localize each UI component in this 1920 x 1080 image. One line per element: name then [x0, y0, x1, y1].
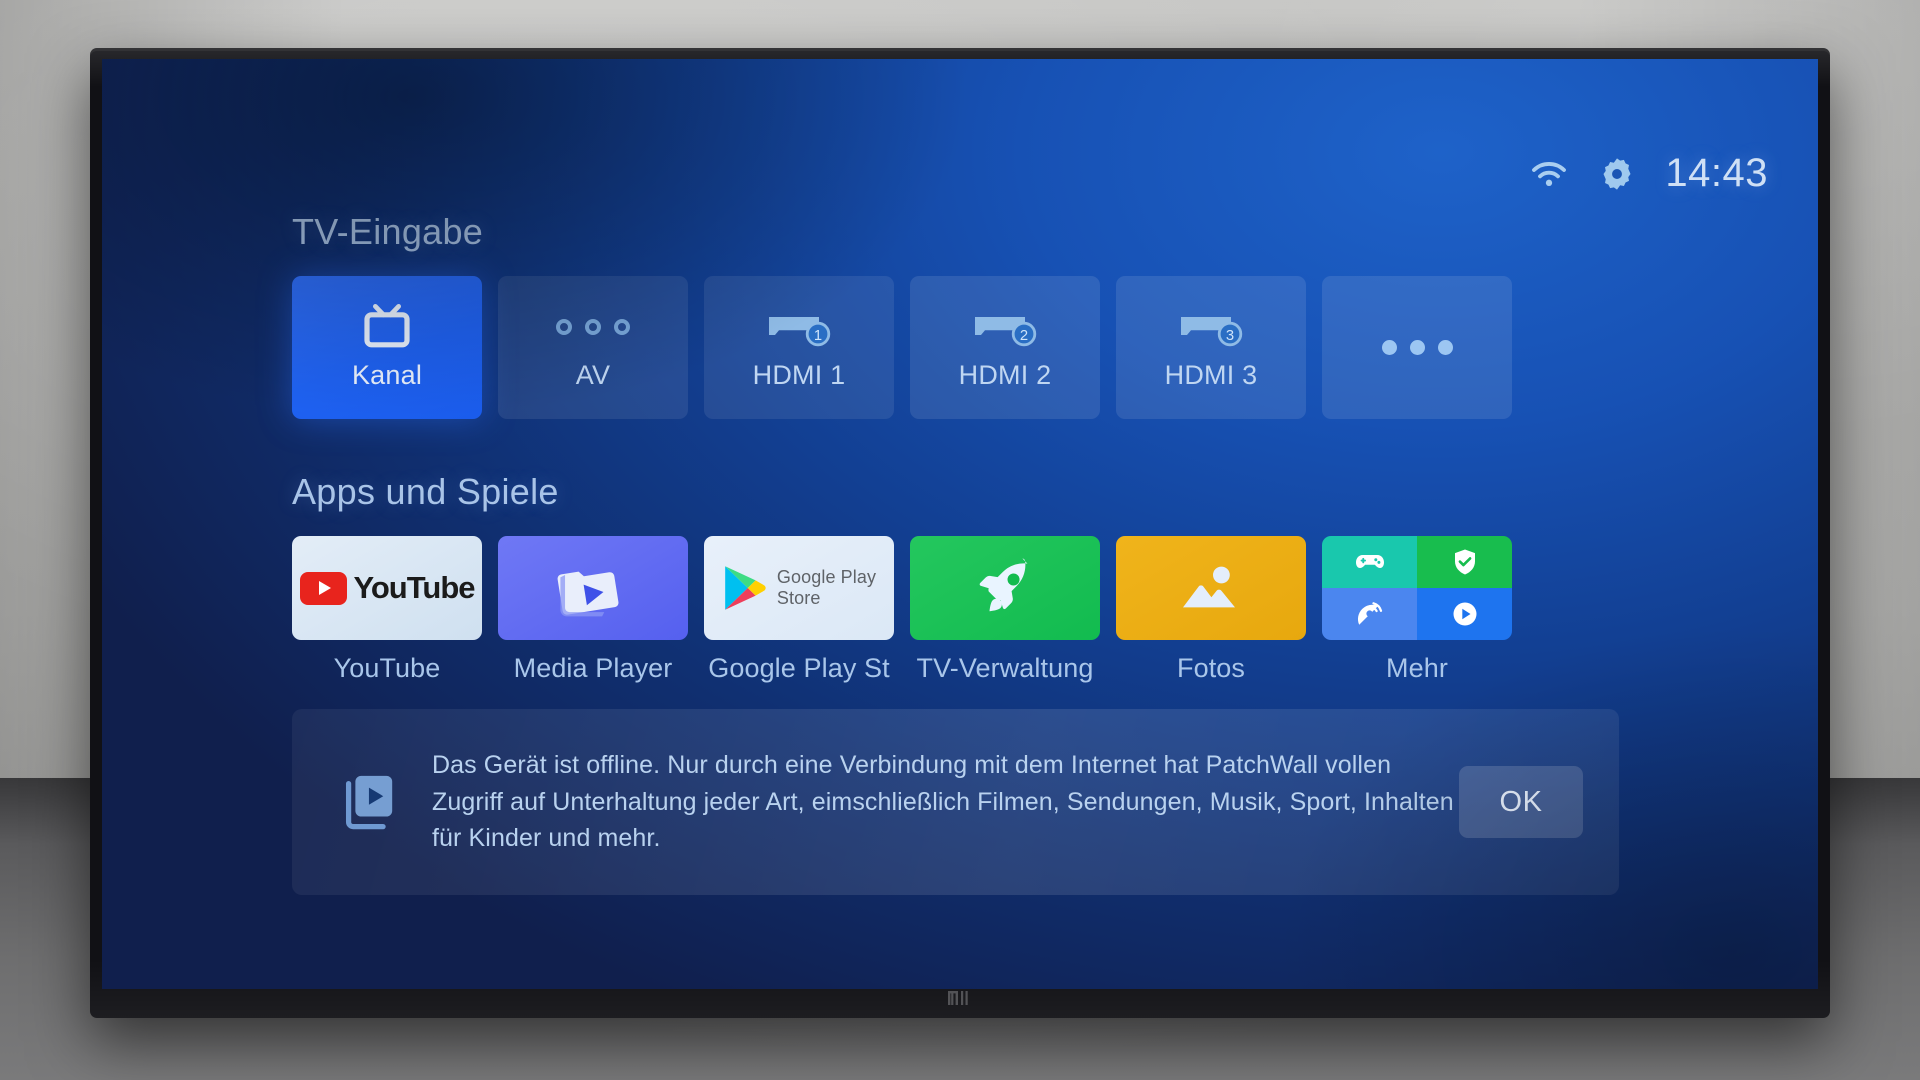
apps-title: Apps und Spiele: [292, 471, 559, 512]
gamepad-quadrant[interactable]: [1322, 536, 1417, 588]
app-tile-youtube[interactable]: YouTube YouTube: [292, 536, 482, 684]
apps-row: YouTube YouTube Media Player Google Play…: [292, 536, 1512, 684]
app-tile-fotos[interactable]: Fotos: [1116, 536, 1306, 684]
av-dots-icon: [556, 304, 630, 350]
google-play-icon: [725, 566, 766, 610]
more-grid-icon: [1322, 536, 1512, 640]
youtube-wordmark: YouTube: [353, 570, 476, 605]
svg-text:1: 1: [814, 328, 822, 344]
apps-section: Apps und Spiele YouTube YouTube Media Pl…: [292, 471, 1512, 684]
shield-check-icon: [1454, 549, 1475, 575]
more-dots-icon: [1381, 325, 1453, 371]
app-label-fotos: Fotos: [1176, 653, 1246, 683]
google-play-wordmark: Google Play Store: [777, 567, 876, 609]
youtube-card[interactable]: YouTube: [292, 536, 482, 640]
media-folder-icon: [557, 571, 619, 617]
google-play-line2: Store: [776, 588, 821, 608]
tv-screen: 14:43 TV-Eingabe Kanal AV 1 HDMI 1 2 HDM…: [102, 59, 1818, 989]
wifi-icon[interactable]: [1529, 159, 1569, 189]
svg-text:2: 2: [1020, 328, 1028, 344]
tv-management-card[interactable]: [910, 536, 1100, 640]
status-clock: 14:43: [1665, 151, 1768, 195]
tv-input-section: TV-Eingabe Kanal AV 1 HDMI 1 2 HDMI 2 3 …: [292, 211, 1512, 419]
app-label-youtube: YouTube: [333, 653, 441, 683]
rocket-icon: [979, 558, 1028, 612]
mehr-card[interactable]: [1322, 536, 1512, 640]
tv-input-label-hdmi3: HDMI 3: [1164, 360, 1258, 390]
satellite-dish-icon: [1357, 602, 1382, 625]
app-tile-google-play[interactable]: Google Play Store Google Play St: [704, 536, 894, 684]
play-circle-icon: [1453, 602, 1476, 626]
shield-quadrant[interactable]: [1417, 536, 1512, 588]
hdmi-connector-icon: 1: [763, 304, 835, 350]
offline-notification: Das Gerät ist offline. Nur durch eine Ve…: [292, 709, 1619, 895]
hdmi-connector-icon: 3: [1175, 304, 1247, 350]
fotos-card[interactable]: [1116, 536, 1306, 640]
app-tile-mehr[interactable]: Mehr: [1322, 536, 1512, 684]
google-play-card[interactable]: Google Play Store: [704, 536, 894, 640]
app-tile-media-player[interactable]: Media Player: [498, 536, 688, 684]
tv-input-row: Kanal AV 1 HDMI 1 2 HDMI 2 3 HDMI 3: [292, 276, 1512, 419]
app-tile-tv-management[interactable]: TV-Verwaltung: [910, 536, 1100, 684]
satellite-quadrant[interactable]: [1322, 588, 1417, 640]
notification-message: Das Gerät ist offline. Nur durch eine Ve…: [432, 751, 1454, 853]
app-label-media-player: Media Player: [513, 653, 673, 683]
youtube-icon: YouTube: [299, 570, 476, 606]
tv-input-tile-more[interactable]: [1322, 276, 1512, 419]
status-bar: 14:43: [1529, 151, 1768, 196]
tv-input-label-av: AV: [575, 360, 611, 390]
app-label-mehr: Mehr: [1386, 653, 1448, 683]
tv-input-label-hdmi2: HDMI 2: [958, 360, 1052, 390]
mi-logo: [948, 991, 968, 1005]
app-label-google-play: Google Play St: [708, 653, 890, 683]
tv-input-tile-kanal[interactable]: Kanal: [292, 276, 482, 419]
play-quadrant[interactable]: [1417, 588, 1512, 640]
hdmi-connector-icon: 2: [969, 304, 1041, 350]
tv-input-tile-hdmi1[interactable]: 1 HDMI 1: [704, 276, 894, 419]
gear-icon[interactable]: [1599, 156, 1635, 192]
tv-input-tile-av[interactable]: AV: [498, 276, 688, 419]
media-player-card[interactable]: [498, 536, 688, 640]
tv-icon: [361, 304, 413, 350]
tv-input-tile-hdmi2[interactable]: 2 HDMI 2: [910, 276, 1100, 419]
video-library-icon: [345, 775, 393, 830]
svg-text:3: 3: [1226, 328, 1234, 344]
tv-input-label-kanal: Kanal: [351, 360, 423, 390]
tv-input-label-hdmi1: HDMI 1: [752, 360, 846, 390]
google-play-line1: Google Play: [776, 566, 877, 587]
app-label-tv-management: TV-Verwaltung: [916, 653, 1094, 683]
photo-icon: [1183, 566, 1235, 608]
tv-input-tile-hdmi3[interactable]: 3 HDMI 3: [1116, 276, 1306, 419]
television-bezel: 14:43 TV-Eingabe Kanal AV 1 HDMI 1 2 HDM…: [90, 48, 1830, 1018]
tv-input-title: TV-Eingabe: [292, 211, 484, 252]
ok-button[interactable]: OK: [1459, 766, 1583, 838]
gamepad-icon: [1355, 555, 1384, 568]
